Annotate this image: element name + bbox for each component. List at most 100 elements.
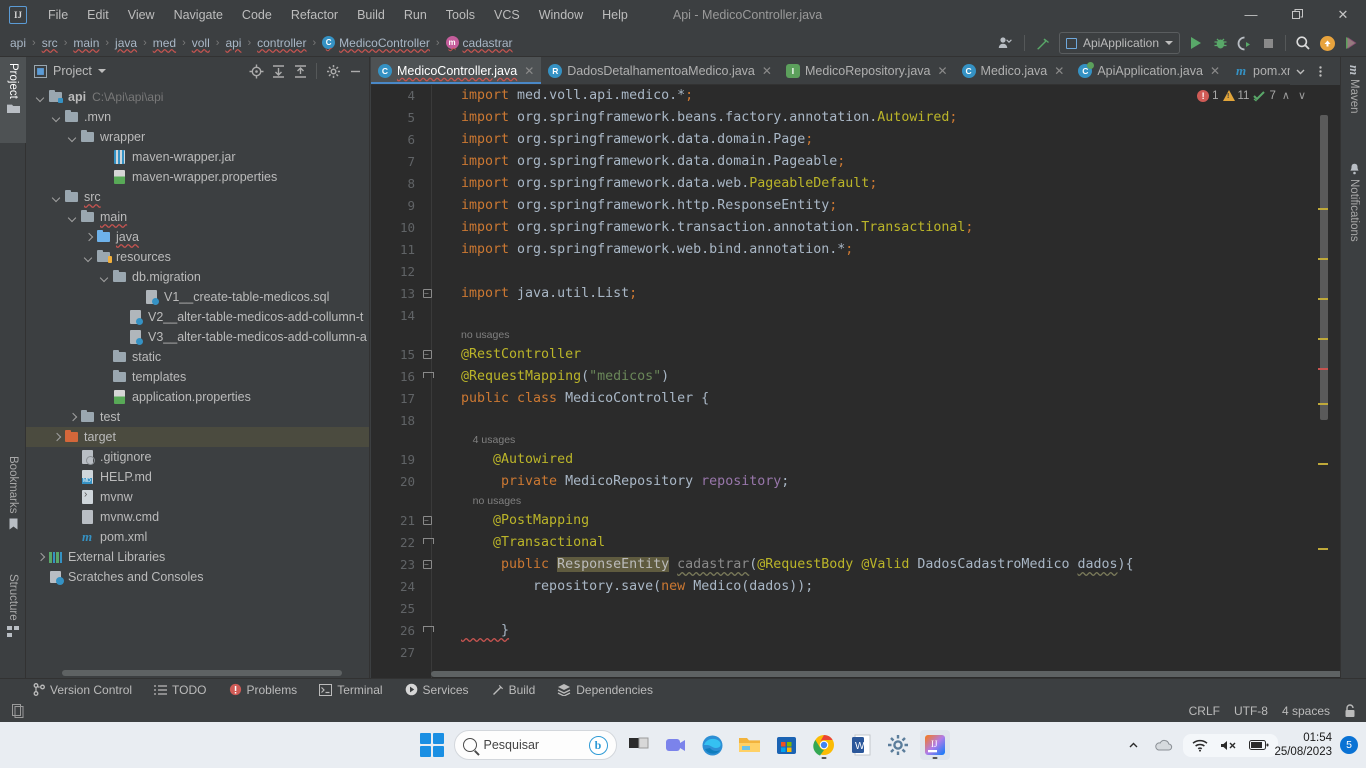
- tool-window-button-todo[interactable]: TODO: [151, 682, 209, 698]
- menu-item-file[interactable]: File: [39, 4, 77, 26]
- code-line[interactable]: 24 repository.save(new Medico(dados));: [371, 576, 1340, 598]
- taskbar-clock[interactable]: 01:54 25/08/2023: [1274, 731, 1332, 759]
- file-explorer-icon[interactable]: [735, 730, 765, 760]
- menu-item-window[interactable]: Window: [530, 4, 592, 26]
- tree-node-test[interactable]: test: [26, 407, 369, 427]
- tree-node--gitignore[interactable]: .gitignore: [26, 447, 369, 467]
- code-line[interactable]: 11 import org.springframework.web.bind.an…: [371, 239, 1340, 261]
- tool-window-button-problems[interactable]: Problems: [226, 682, 301, 698]
- tabs-list-chevron-icon[interactable]: [1290, 61, 1310, 81]
- onedrive-icon[interactable]: [1153, 735, 1173, 755]
- hide-panel-icon[interactable]: [345, 61, 365, 81]
- tree-node-maven-wrapper-properties[interactable]: maven-wrapper.properties: [26, 167, 369, 187]
- tool-window-button-services[interactable]: Services: [402, 682, 472, 698]
- taskbar-search-box[interactable]: Pesquisar b: [453, 730, 617, 760]
- tree-node-scratches-and-consoles[interactable]: Scratches and Consoles: [26, 567, 369, 587]
- sidebar-item-project[interactable]: Project: [0, 57, 26, 143]
- chevron-down-icon[interactable]: [66, 131, 79, 144]
- code-line[interactable]: 16 @RequestMapping("medicos"): [371, 366, 1340, 388]
- copy-document-icon[interactable]: [8, 701, 28, 721]
- tree-node-v1-create-table-medicos-sql[interactable]: V1__create-table-medicos.sql: [26, 287, 369, 307]
- tray-quick-settings[interactable]: [1183, 733, 1278, 757]
- previous-problem-icon[interactable]: ∧: [1280, 89, 1292, 102]
- tree-node-application-properties[interactable]: application.properties: [26, 387, 369, 407]
- chevron-down-icon[interactable]: [82, 251, 95, 264]
- code-fold-start-icon[interactable]: −: [423, 516, 432, 525]
- error-count-group[interactable]: ! 1: [1197, 89, 1219, 102]
- breadcrumb-item-api[interactable]: api: [223, 35, 243, 51]
- sidebar-item-bookmarks[interactable]: Bookmarks: [0, 450, 26, 550]
- settings-icon[interactable]: [883, 730, 913, 760]
- tree-node-external-libraries[interactable]: External Libraries: [26, 547, 369, 567]
- menu-item-navigate[interactable]: Navigate: [165, 4, 232, 26]
- sidebar-item-maven[interactable]: m Maven: [1341, 59, 1366, 151]
- code-line[interactable]: 23− public ResponseEntity cadastrar(@Req…: [371, 554, 1340, 576]
- editor-tab-dadosdetalhamentoamedico-java[interactable]: R DadosDetalhamentoaMedico.java ✕: [541, 57, 779, 84]
- breadcrumb-item-medicocontroller[interactable]: C MedicoController: [320, 35, 432, 51]
- run-with-coverage-icon[interactable]: [1233, 32, 1255, 54]
- code-line[interactable]: 19 @Autowired: [371, 449, 1340, 471]
- breadcrumb-item-main[interactable]: main: [71, 35, 101, 51]
- chevron-down-icon[interactable]: [34, 91, 47, 104]
- close-tab-icon[interactable]: ✕: [524, 64, 534, 78]
- close-tab-icon[interactable]: ✕: [762, 64, 772, 78]
- tool-window-button-version-control[interactable]: Version Control: [30, 682, 135, 698]
- menu-item-view[interactable]: View: [119, 4, 164, 26]
- tree-node-templates[interactable]: templates: [26, 367, 369, 387]
- word-icon[interactable]: W: [846, 730, 876, 760]
- run-icon[interactable]: [1185, 32, 1207, 54]
- close-tab-icon[interactable]: ✕: [937, 64, 947, 78]
- stripe-warning-mark[interactable]: [1318, 403, 1328, 405]
- chrome-icon[interactable]: [809, 730, 839, 760]
- microsoft-store-icon[interactable]: [772, 730, 802, 760]
- search-everywhere-icon[interactable]: [1292, 32, 1314, 54]
- chevron-down-icon[interactable]: [50, 111, 63, 124]
- project-panel-hscrollbar[interactable]: [62, 670, 342, 676]
- tree-node-java[interactable]: java: [26, 227, 369, 247]
- tree-node-v2-alter-table-medicos-add-collumn-t[interactable]: V2__alter-table-medicos-add-collumn-t: [26, 307, 369, 327]
- select-opened-file-icon[interactable]: [246, 61, 266, 81]
- close-tab-icon[interactable]: ✕: [1210, 64, 1220, 78]
- run-configuration-selector[interactable]: ApiApplication: [1058, 32, 1180, 54]
- code-fold-end-icon[interactable]: [423, 626, 434, 635]
- project-panel-title-group[interactable]: Project: [34, 64, 106, 78]
- editor-tab-medicocontroller-java[interactable]: C MedicoController.java ✕: [371, 57, 542, 84]
- stripe-error-mark[interactable]: [1318, 368, 1328, 370]
- chevron-down-icon[interactable]: [98, 271, 111, 284]
- menu-item-code[interactable]: Code: [233, 4, 281, 26]
- editor-scrollbar-thumb[interactable]: [1320, 115, 1328, 420]
- project-tree[interactable]: api C:\Api\api\api .mvn wrapper maven-wrappe…: [26, 85, 369, 678]
- error-stripe[interactable]: [1316, 85, 1328, 678]
- code-line[interactable]: 7 import org.springframework.data.domain.…: [371, 151, 1340, 173]
- chevron-down-icon[interactable]: [97, 69, 106, 73]
- tree-node-help-md[interactable]: HELP.md: [26, 467, 369, 487]
- code-line[interactable]: 20 private MedicoRepository repository;: [371, 471, 1340, 493]
- tabs-more-options-icon[interactable]: [1310, 61, 1330, 81]
- tool-window-button-build[interactable]: Build: [488, 682, 539, 698]
- tool-window-button-terminal[interactable]: Terminal: [316, 682, 385, 698]
- menu-item-help[interactable]: Help: [593, 4, 637, 26]
- breadcrumb-item-java[interactable]: java: [113, 35, 139, 51]
- maximize-button[interactable]: [1274, 0, 1320, 29]
- code-line[interactable]: 4 import med.voll.api.medico.*;: [371, 85, 1340, 107]
- tree-node-mvnw-cmd[interactable]: mvnw.cmd: [26, 507, 369, 527]
- warning-count-group[interactable]: 11: [1222, 90, 1249, 102]
- tree-node-wrapper[interactable]: wrapper: [26, 127, 369, 147]
- close-button[interactable]: ✕: [1320, 0, 1366, 29]
- tree-node-v3-alter-table-medicos-add-collumn-a[interactable]: V3__alter-table-medicos-add-collumn-a: [26, 327, 369, 347]
- minimize-button[interactable]: —: [1228, 0, 1274, 29]
- code-fold-start-icon[interactable]: −: [423, 350, 432, 359]
- chevron-down-icon[interactable]: [50, 191, 63, 204]
- encoding-status[interactable]: UTF-8: [1234, 704, 1268, 718]
- next-problem-icon[interactable]: ∨: [1296, 89, 1308, 102]
- code-line[interactable]: 9 import org.springframework.http.Respons…: [371, 195, 1340, 217]
- code-fold-end-icon[interactable]: [423, 538, 434, 547]
- menu-item-build[interactable]: Build: [348, 4, 394, 26]
- stripe-warning-mark[interactable]: [1318, 548, 1328, 550]
- code-content[interactable]: 4 import med.voll.api.medico.*; 5 import or…: [371, 85, 1340, 678]
- tree-node-target[interactable]: target: [26, 427, 369, 447]
- teams-icon[interactable]: [661, 730, 691, 760]
- menu-item-refactor[interactable]: Refactor: [282, 4, 347, 26]
- ide-assistant-icon[interactable]: [1340, 32, 1362, 54]
- stripe-warning-mark[interactable]: [1318, 208, 1328, 210]
